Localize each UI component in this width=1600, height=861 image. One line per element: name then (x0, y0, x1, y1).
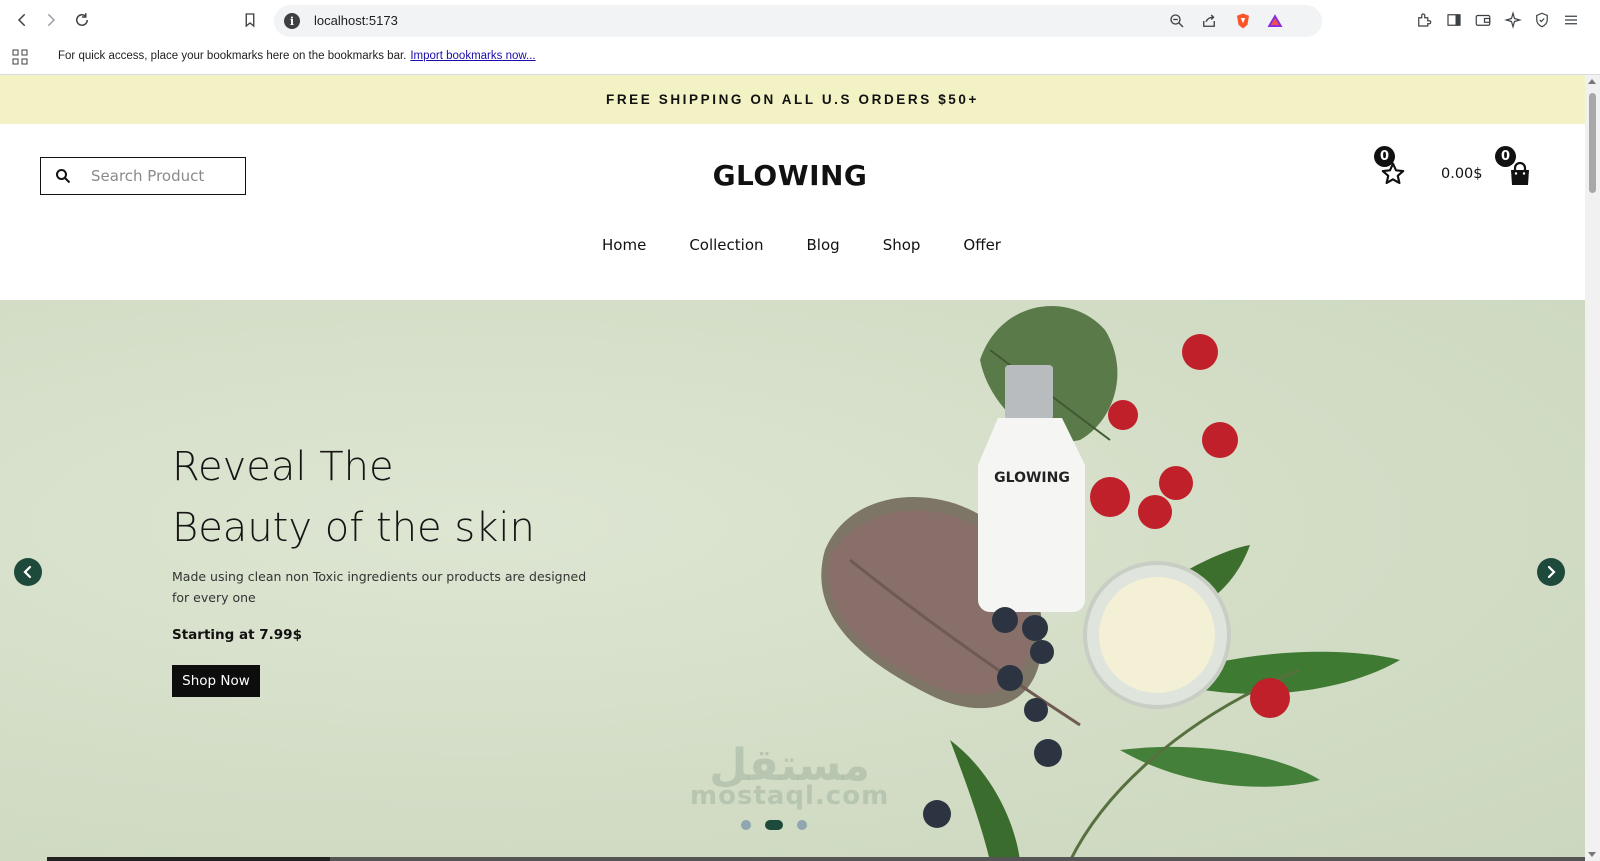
search-input[interactable] (91, 166, 236, 186)
address-bar[interactable]: i localhost:5173 (274, 5, 1322, 37)
bookmarks-message: For quick access, place your bookmarks h… (58, 50, 536, 62)
watermark-latin: mostaql.com (690, 781, 890, 811)
reload-icon (76, 13, 88, 26)
nav-item-offer[interactable]: Offer (963, 236, 1001, 254)
slider-dots (741, 820, 807, 830)
site-logo[interactable]: GLOWING (640, 159, 940, 192)
promo-text: FREE SHIPPING ON ALL U.S ORDERS $50+ (605, 92, 980, 107)
back-arrow-icon (17, 14, 25, 26)
bookmark-icon (245, 13, 255, 28)
bottle-cap (1005, 365, 1053, 420)
hero-slider: GLOWING مستقل mostaql.com Reveal The Bea… (0, 300, 1585, 861)
bookmark-page-button[interactable] (238, 8, 262, 32)
site-info-icon[interactable]: i (284, 13, 300, 29)
brave-rewards-icon[interactable] (1266, 12, 1284, 30)
bookmarks-bar: For quick access, place your bookmarks h… (0, 40, 1600, 75)
nav-item-collection[interactable]: Collection (689, 236, 763, 254)
bookmarks-message-text: For quick access, place your bookmarks h… (58, 50, 407, 62)
forward-arrow-icon (48, 14, 56, 26)
watermark: مستقل mostaql.com (690, 740, 889, 811)
horizontal-scrollbar-track[interactable] (330, 857, 1585, 861)
cream (1099, 577, 1215, 693)
search-box[interactable] (40, 157, 246, 195)
wishlist-count-badge: 0 (1374, 146, 1395, 167)
forward-button[interactable] (39, 8, 63, 32)
chevron-right-icon (1547, 565, 1556, 579)
share-icon[interactable] (1200, 12, 1218, 30)
apps-grid-icon[interactable] (12, 49, 28, 65)
slider-next-button[interactable] (1537, 558, 1565, 586)
vpn-icon[interactable] (1533, 11, 1551, 29)
nav-item-blog[interactable]: Blog (807, 236, 840, 254)
hero-description: Made using clean non Toxic ingredients o… (172, 569, 587, 605)
page-viewport: FREE SHIPPING ON ALL U.S ORDERS $50+ GLO… (0, 75, 1585, 861)
nav-item-home[interactable]: Home (602, 236, 646, 254)
cart-total: 0.00$ (1441, 166, 1483, 182)
sidebar-icon[interactable] (1445, 11, 1463, 29)
import-bookmarks-link[interactable]: Import bookmarks now... (410, 50, 535, 62)
bottle-body (978, 418, 1085, 612)
hero-price: Starting at 7.99$ (172, 627, 302, 643)
scroll-down-arrow-icon[interactable] (1588, 852, 1596, 857)
menu-icon[interactable] (1562, 11, 1580, 29)
leaf-shape (950, 740, 1020, 861)
leaf-shape (1120, 746, 1320, 787)
shop-now-button[interactable]: Shop Now (172, 665, 260, 697)
nav-item-shop[interactable]: Shop (883, 236, 921, 254)
leo-ai-icon[interactable] (1504, 11, 1522, 29)
slider-dot-1[interactable] (741, 820, 751, 830)
scrollbar-thumb[interactable] (1589, 93, 1596, 193)
reload-button[interactable] (70, 8, 94, 32)
chevron-left-icon (23, 565, 32, 579)
brave-shield-icon[interactable] (1234, 12, 1252, 30)
main-navigation: Home Collection Blog Shop Offer (0, 236, 1585, 254)
promo-banner: FREE SHIPPING ON ALL U.S ORDERS $50+ (0, 75, 1585, 124)
slider-dot-3[interactable] (797, 820, 807, 830)
extensions-icon[interactable] (1415, 11, 1433, 29)
hero-title-line-1: Reveal The (172, 444, 394, 490)
hero-title-line-2: Beauty of the skin (172, 505, 535, 551)
scroll-up-arrow-icon[interactable] (1588, 79, 1596, 84)
search-icon[interactable] (55, 168, 71, 184)
back-button[interactable] (10, 8, 34, 32)
cart-count-badge: 0 (1495, 146, 1516, 167)
bottle-label: GLOWING (994, 470, 1070, 486)
wallet-icon[interactable] (1474, 11, 1492, 29)
slider-prev-button[interactable] (14, 558, 42, 586)
zoom-icon[interactable] (1168, 12, 1186, 30)
vertical-scrollbar[interactable] (1585, 75, 1600, 861)
address-url: localhost:5173 (314, 13, 398, 28)
slider-dot-2[interactable] (765, 820, 783, 830)
horizontal-scrollbar-thumb[interactable] (47, 857, 330, 861)
browser-toolbar: i localhost:5173 (0, 0, 1600, 40)
